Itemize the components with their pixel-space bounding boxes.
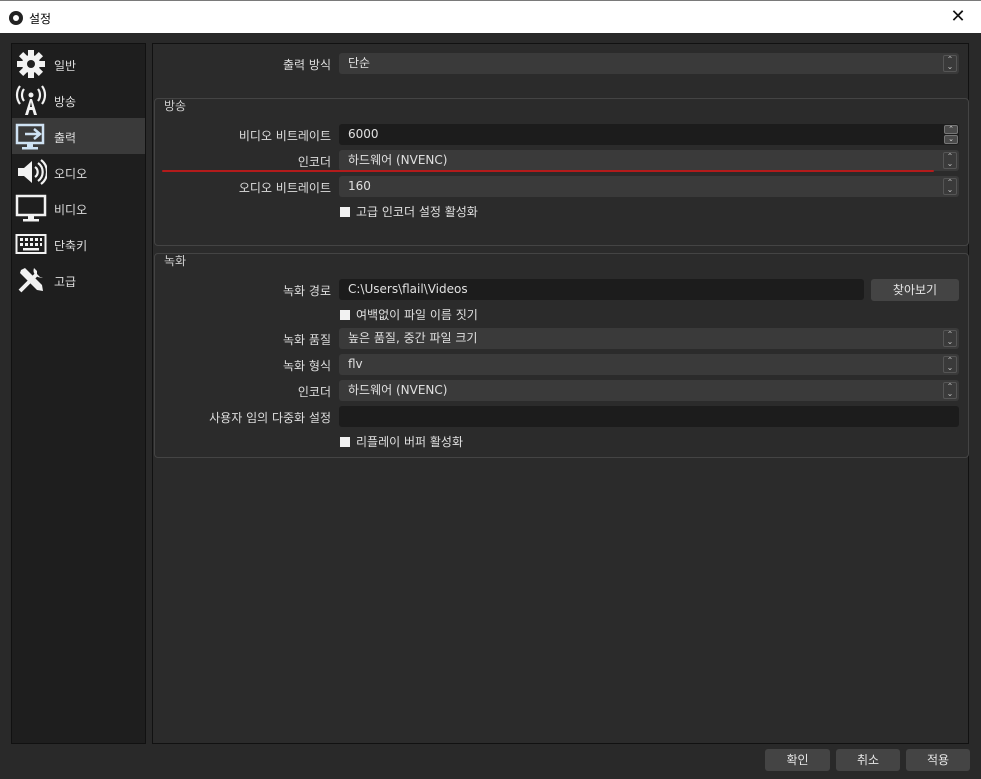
checkbox-box[interactable] — [340, 437, 350, 447]
stream-encoder-select[interactable]: 하드웨어 (NVENC) ⌃ ⌄ — [339, 150, 959, 171]
recording-group-title: 녹화 — [164, 254, 187, 268]
gear-icon — [17, 50, 45, 78]
sidebar-item-stream[interactable]: 방송 — [12, 82, 145, 118]
obs-logo-icon — [9, 11, 23, 25]
stream-encoder-label: 인코더 — [297, 155, 331, 169]
video-bitrate-field[interactable]: 6000 ⌃ ⌄ — [339, 124, 959, 145]
window-title: 설정 — [29, 12, 52, 26]
ok-button[interactable]: 확인 — [765, 749, 830, 771]
sidebar-item-label: 단축키 — [54, 239, 88, 253]
recording-format-label: 녹화 형식 — [283, 359, 331, 373]
sidebar-item-hotkeys[interactable]: 단축키 — [12, 226, 145, 262]
recording-encoder-value: 하드웨어 (NVENC) — [348, 383, 448, 397]
chevron-updown-icon: ⌃ ⌄ — [943, 152, 957, 169]
stepper-down-icon[interactable]: ⌄ — [944, 135, 958, 144]
recording-quality-label: 녹화 품질 — [283, 333, 331, 347]
sidebar-item-advanced[interactable]: 고급 — [12, 262, 145, 298]
no-space-filename-label: 여백없이 파일 이름 짓기 — [356, 308, 478, 322]
checkbox-box[interactable] — [340, 207, 350, 217]
recording-format-select[interactable]: flv ⌃ ⌄ — [339, 354, 959, 375]
chevron-updown-icon: ⌃ ⌄ — [943, 330, 957, 347]
video-bitrate-label: 비디오 비트레이트 — [238, 129, 331, 143]
red-underline-annotation — [162, 170, 934, 172]
custom-muxer-label: 사용자 임의 다중화 설정 — [209, 411, 331, 425]
browse-button[interactable]: 찾아보기 — [871, 279, 959, 301]
sidebar-item-label: 방송 — [54, 95, 77, 109]
no-space-filename-checkbox[interactable]: 여백없이 파일 이름 짓기 — [340, 306, 478, 323]
broadcast-antenna-icon — [15, 85, 47, 115]
advanced-encoder-label: 고급 인코더 설정 활성화 — [356, 205, 478, 219]
sidebar-item-label: 비디오 — [54, 203, 88, 217]
chevron-updown-icon: ⌃ ⌄ — [943, 55, 957, 72]
sidebar-item-video[interactable]: 비디오 — [12, 190, 145, 226]
apply-button[interactable]: 적용 — [906, 749, 970, 771]
audio-bitrate-value: 160 — [348, 179, 371, 193]
sidebar-item-label: 오디오 — [54, 167, 88, 181]
recording-quality-select[interactable]: 높은 품질, 중간 파일 크기 ⌃ ⌄ — [339, 328, 959, 349]
audio-bitrate-label: 오디오 비트레이트 — [238, 181, 331, 195]
recording-encoder-select[interactable]: 하드웨어 (NVENC) ⌃ ⌄ — [339, 380, 959, 401]
video-bitrate-value: 6000 — [348, 127, 379, 141]
recording-quality-value: 높은 품질, 중간 파일 크기 — [348, 331, 478, 345]
output-monitor-icon — [15, 123, 45, 150]
cancel-button[interactable]: 취소 — [836, 749, 900, 771]
monitor-icon — [15, 194, 47, 222]
title-bar: 설정 ✕ — [0, 0, 981, 33]
tools-icon — [18, 268, 43, 293]
sidebar-item-label: 일반 — [54, 59, 77, 73]
keyboard-icon — [15, 234, 47, 254]
sidebar-item-label: 고급 — [54, 275, 77, 289]
replay-buffer-checkbox[interactable]: 리플레이 버퍼 활성화 — [340, 433, 463, 450]
streaming-group — [154, 98, 969, 246]
audio-bitrate-select[interactable]: 160 ⌃ ⌄ — [339, 176, 959, 197]
custom-muxer-field[interactable] — [339, 406, 959, 427]
advanced-encoder-checkbox[interactable]: 고급 인코더 설정 활성화 — [340, 203, 478, 220]
recording-path-field[interactable]: C:\Users\flail\Videos — [339, 279, 864, 300]
sidebar-item-audio[interactable]: 오디오 — [12, 154, 145, 190]
output-mode-label: 출력 방식 — [283, 58, 331, 72]
chevron-updown-icon: ⌃ ⌄ — [943, 382, 957, 399]
replay-buffer-label: 리플레이 버퍼 활성화 — [356, 435, 463, 449]
chevron-updown-icon: ⌃ ⌄ — [943, 356, 957, 373]
output-mode-value: 단순 — [348, 56, 371, 70]
chevron-updown-icon: ⌃ ⌄ — [943, 178, 957, 195]
sidebar-item-label: 출력 — [54, 131, 77, 145]
recording-path-value: C:\Users\flail\Videos — [348, 282, 468, 296]
sidebar-item-general[interactable]: 일반 — [12, 46, 145, 82]
settings-sidebar: 일반 방송 출력 오디오 비디오 단축키 고급 — [11, 43, 146, 744]
close-button[interactable]: ✕ — [935, 1, 981, 33]
streaming-group-title: 방송 — [164, 99, 187, 113]
recording-encoder-label: 인코더 — [297, 385, 331, 399]
checkbox-box[interactable] — [340, 310, 350, 320]
sidebar-item-output[interactable]: 출력 — [12, 118, 145, 154]
speaker-icon — [18, 159, 47, 185]
output-mode-select[interactable]: 단순 ⌃ ⌄ — [339, 53, 959, 74]
stepper-up-icon[interactable]: ⌃ — [944, 125, 958, 134]
stream-encoder-value: 하드웨어 (NVENC) — [348, 153, 448, 167]
recording-path-label: 녹화 경로 — [283, 284, 331, 298]
recording-format-value: flv — [348, 357, 363, 371]
